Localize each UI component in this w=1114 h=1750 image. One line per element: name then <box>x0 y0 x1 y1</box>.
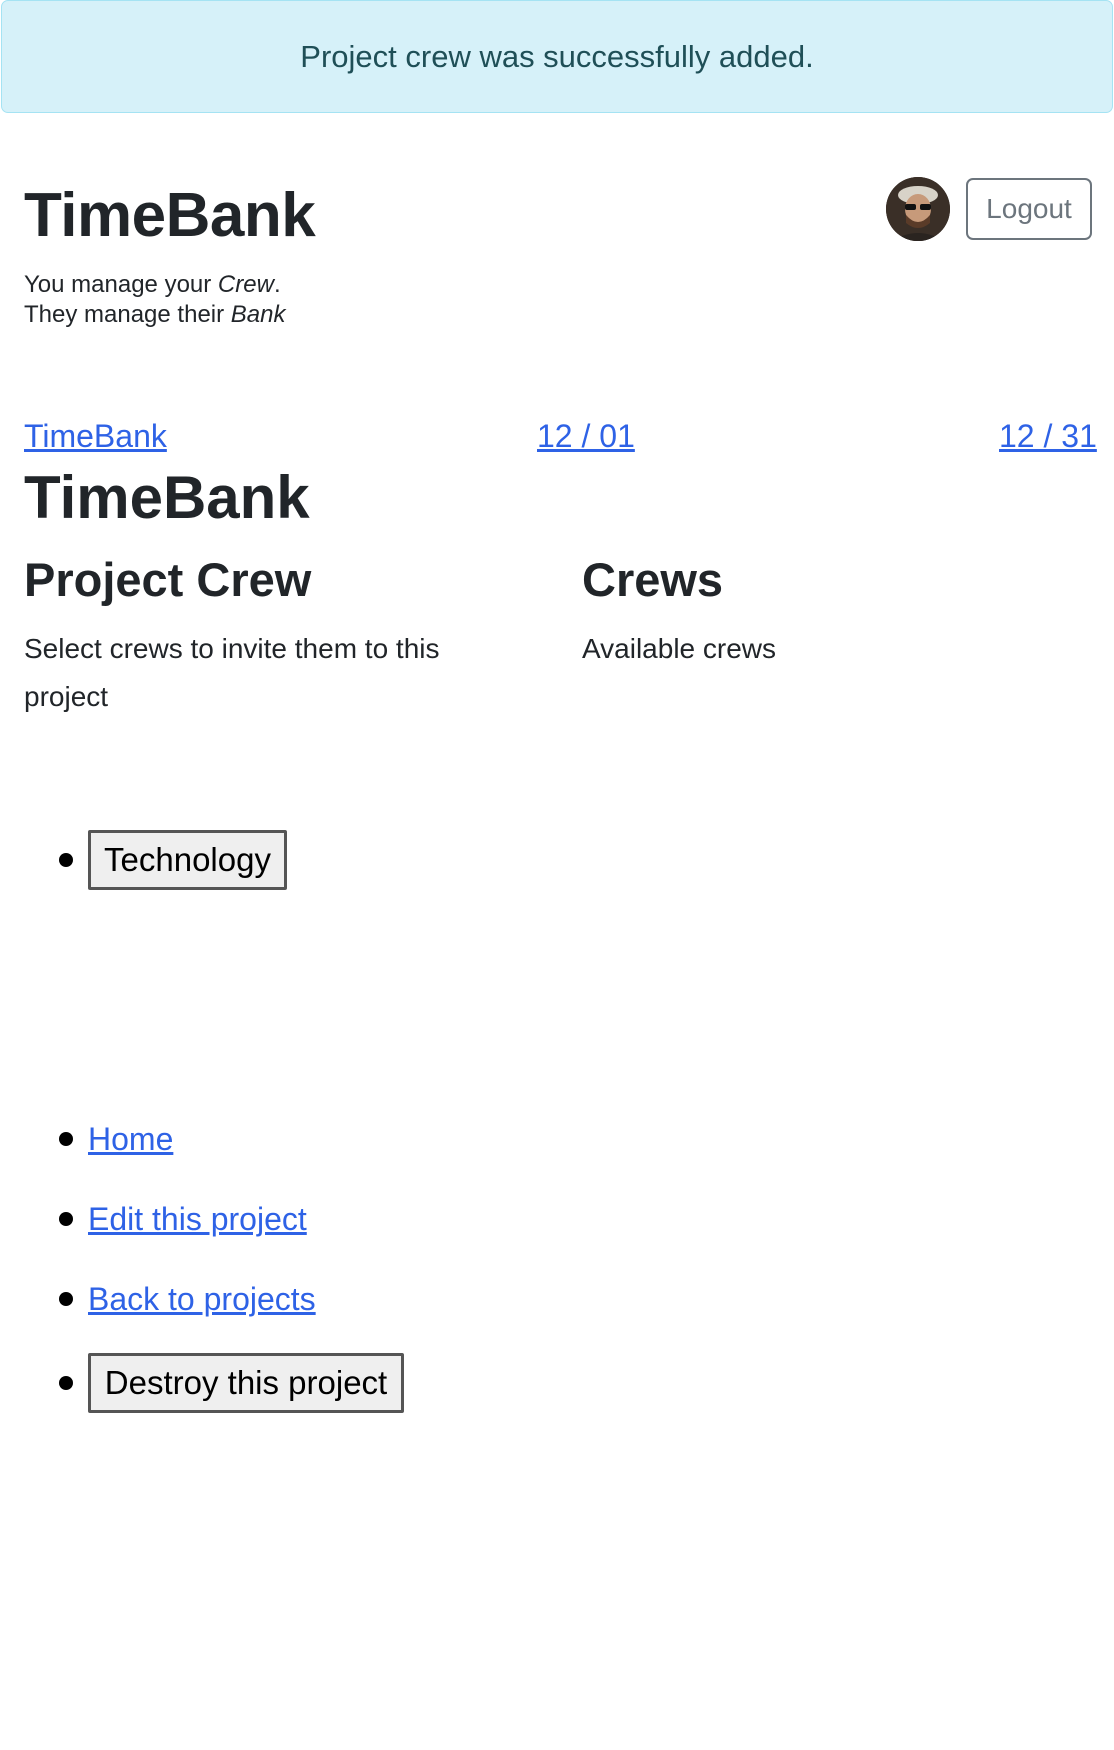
list-bullet <box>59 853 73 867</box>
list-bullet <box>59 1376 73 1390</box>
back-to-projects-link[interactable]: Back to projects <box>88 1280 316 1318</box>
breadcrumb-project-link[interactable]: TimeBank <box>24 418 167 454</box>
tagline-line-2: They manage their Bank <box>24 301 286 328</box>
crews-heading: Crews <box>582 553 724 606</box>
project-title: TimeBank <box>24 464 310 531</box>
edit-project-link[interactable]: Edit this project <box>88 1200 307 1238</box>
list-bullet <box>59 1212 73 1226</box>
crews-description: Available crews <box>582 633 777 664</box>
success-notice: Project crew was successfully added. <box>1 0 1113 113</box>
home-link[interactable]: Home <box>88 1120 173 1158</box>
logout-button[interactable]: Logout <box>966 178 1092 240</box>
period-start-link[interactable]: 12 / 01 <box>537 418 635 454</box>
tagline-line-1: You manage your Crew. <box>24 271 281 298</box>
project-crew-description: Select crews to invite them to this proj… <box>24 633 440 712</box>
site-brand: TimeBank <box>24 181 316 250</box>
crew-technology-button[interactable]: Technology <box>88 830 287 890</box>
destroy-project-button[interactable]: Destroy this project <box>88 1353 404 1413</box>
user-avatar[interactable] <box>886 177 950 241</box>
list-bullet <box>59 1132 73 1146</box>
list-bullet <box>59 1292 73 1306</box>
avatar-photo-icon <box>886 177 950 241</box>
project-crew-heading: Project Crew <box>24 553 312 606</box>
site-tagline: You manage your Crew. They manage their … <box>24 270 285 330</box>
period-end-link[interactable]: 12 / 31 <box>999 418 1097 454</box>
